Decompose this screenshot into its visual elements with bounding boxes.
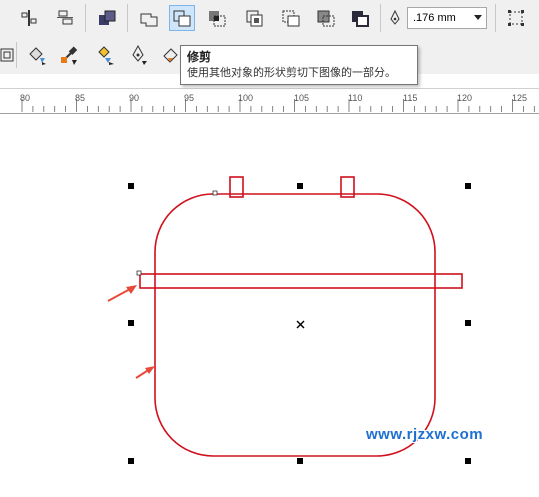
selection-handle[interactable] <box>465 183 471 189</box>
center-marker-icon <box>296 320 305 329</box>
horizontal-ruler[interactable]: 80 85 90 95 100 105 110 115 120 125 <box>0 88 539 114</box>
toolbar-separator <box>85 4 86 32</box>
selection-handle[interactable] <box>128 320 134 326</box>
outline-pen-icon <box>385 5 405 31</box>
ruler-label: 95 <box>184 93 195 103</box>
chevron-down-icon[interactable] <box>470 8 486 28</box>
ruler-label: 85 <box>75 93 86 103</box>
selection-handle[interactable] <box>128 183 134 189</box>
align-distribute-icon[interactable] <box>16 5 42 31</box>
contour-tool-icon[interactable] <box>0 42 20 68</box>
selection-handle[interactable] <box>465 458 471 464</box>
rounded-rectangle-shape[interactable] <box>154 193 436 457</box>
interactive-fill-icon[interactable] <box>92 42 118 68</box>
eyedropper-icon[interactable] <box>56 42 82 68</box>
toolbar-separator <box>127 4 128 32</box>
ruler-label: 105 <box>294 93 310 103</box>
ruler-label: 100 <box>238 93 254 103</box>
toolbar-separator <box>380 4 381 32</box>
outline-pen-tool-icon[interactable] <box>126 42 152 68</box>
convert-to-curves-icon[interactable] <box>503 5 529 31</box>
selection-handle[interactable] <box>297 458 303 464</box>
arrow-icon <box>107 285 137 302</box>
ruler-label: 125 <box>512 93 528 103</box>
outline-width-value: .176 mm <box>413 12 456 24</box>
simplify-icon[interactable] <box>242 5 268 31</box>
align-objects-icon[interactable] <box>52 5 78 31</box>
front-minus-back-icon[interactable] <box>278 5 304 31</box>
property-bar: .176 mm <box>0 0 539 37</box>
combine-icon[interactable] <box>94 5 120 31</box>
node-marker[interactable] <box>136 270 142 276</box>
watermark-text: www.rjzxw.com <box>366 426 484 443</box>
ruler-label: 80 <box>20 93 31 103</box>
arrow-icon <box>135 366 155 379</box>
fill-tool-icon[interactable] <box>24 42 50 68</box>
toolbar-separator <box>16 42 17 68</box>
ruler-label: 90 <box>129 93 140 103</box>
trim-icon[interactable] <box>169 5 195 31</box>
ruler-label: 110 <box>348 93 363 103</box>
tooltip-description: 使用其他对象的形状剪切下图像的一部分。 <box>187 66 396 79</box>
toolbar-separator <box>495 4 496 32</box>
horizontal-bar-shape[interactable] <box>139 273 463 289</box>
ruler-label: 120 <box>457 93 473 103</box>
trim-tooltip: 修剪 使用其他对象的形状剪切下图像的一部分。 <box>180 45 418 85</box>
back-minus-front-icon[interactable] <box>313 5 339 31</box>
weld-icon[interactable] <box>136 5 162 31</box>
ruler-label: 115 <box>403 93 418 103</box>
outline-width-field[interactable]: .176 mm <box>407 7 487 29</box>
node-marker[interactable] <box>212 190 218 196</box>
selection-handle[interactable] <box>297 183 303 189</box>
selection-handle[interactable] <box>128 458 134 464</box>
selection-handle[interactable] <box>465 320 471 326</box>
intersect-icon[interactable] <box>204 5 230 31</box>
tooltip-title: 修剪 <box>187 50 212 64</box>
create-boundary-icon[interactable] <box>347 5 373 31</box>
